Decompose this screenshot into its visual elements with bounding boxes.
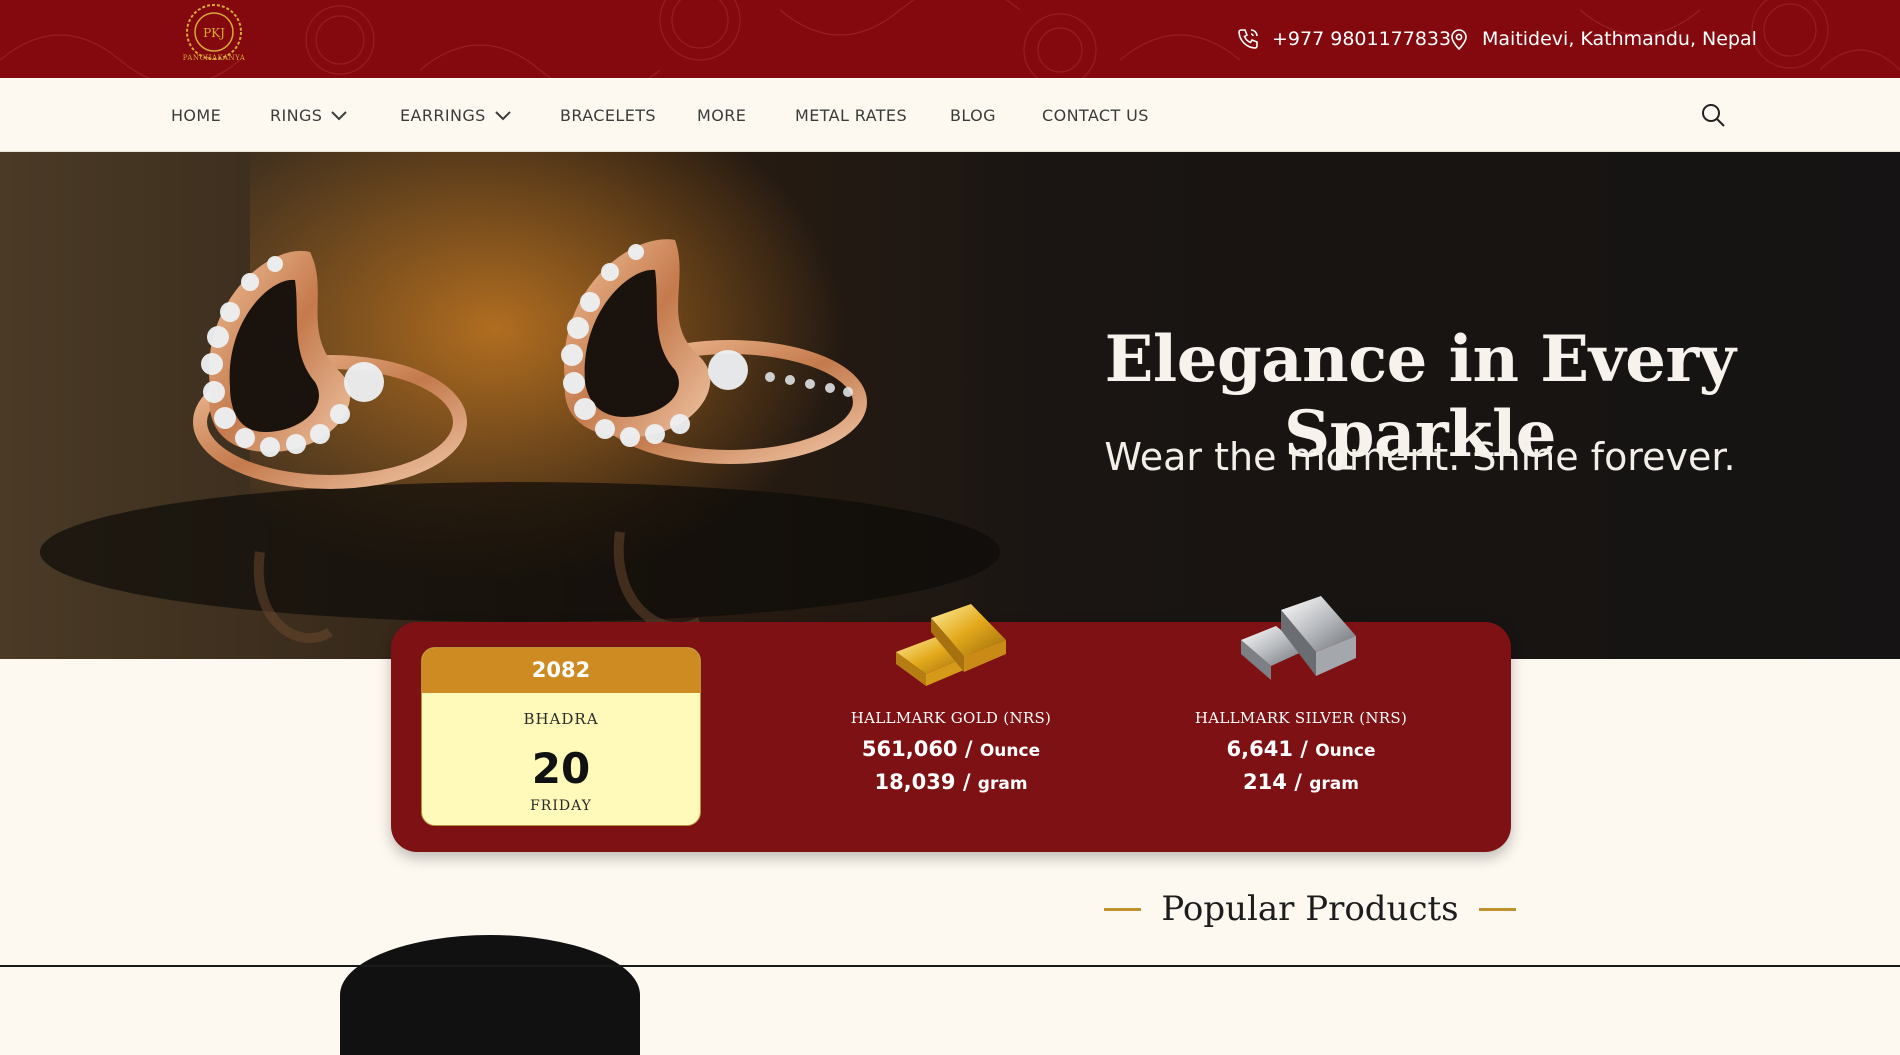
- popular-products-heading: Popular Products: [1104, 884, 1516, 934]
- nav-item-contact-us[interactable]: CONTACT US: [1042, 106, 1149, 125]
- rate-separator: /: [962, 770, 971, 794]
- hero-subtitle: Wear the moment. Shine forever.: [1104, 435, 1736, 479]
- phone-contact[interactable]: +977 9801177833: [1236, 24, 1451, 54]
- metal-rates-card: 2082 BHADRA 20 FRIDAY HALLMARK GOLD (NRS…: [391, 596, 1511, 852]
- address-text: Maitidevi, Kathmandu, Nepal: [1482, 28, 1757, 50]
- nav-label: HOME: [171, 106, 222, 125]
- nav-item-metal-rates[interactable]: METAL RATES: [795, 106, 907, 125]
- nav-label: METAL RATES: [795, 106, 908, 125]
- nav-item-blog[interactable]: BLOG: [950, 106, 996, 125]
- nav-item-rings[interactable]: RINGS: [270, 106, 348, 125]
- main-navigation: HOME RINGS EARRINGS BRACELETS MORE METAL…: [0, 78, 1900, 152]
- silver-bar-icon: [1241, 596, 1356, 680]
- logo-monogram: PKJ: [203, 26, 225, 40]
- hero-banner: Elegance in Every Sparkle Wear the momen…: [0, 152, 1900, 659]
- gold-bar-icon: [896, 604, 1006, 686]
- top-bar: PKJ PANCHAKANYA +977 9801177833 Maitidev…: [0, 0, 1900, 78]
- logo-caption: PANCHAKANYA: [182, 54, 246, 62]
- nav-label: BLOG: [950, 106, 996, 125]
- rate-separator: /: [1300, 737, 1308, 761]
- gold-ounce-value: 561,060: [861, 737, 958, 761]
- date-month: BHADRA: [523, 710, 599, 728]
- unit-gram: gram: [1309, 774, 1359, 794]
- rate-separator: /: [1294, 770, 1302, 794]
- nav-item-bracelets[interactable]: BRACELETS: [560, 106, 656, 125]
- unit-ounce: Ounce: [979, 741, 1041, 761]
- product-image-partial[interactable]: [340, 935, 640, 1055]
- nav-label: EARRINGS: [400, 106, 486, 125]
- nepali-date-card: 2082 BHADRA 20 FRIDAY: [421, 647, 701, 826]
- silver-ounce-rate: 6,641 / Ounce: [1151, 737, 1451, 761]
- nav-label: RINGS: [270, 106, 323, 125]
- section-title: Popular Products: [1161, 889, 1459, 929]
- nav-label: BRACELETS: [560, 106, 656, 125]
- gold-label: HALLMARK GOLD (NRS): [850, 709, 1052, 727]
- date-year: 2082: [422, 648, 700, 693]
- silver-ounce-value: 6,641: [1226, 737, 1293, 761]
- rate-separator: /: [964, 737, 973, 761]
- phone-icon: [1238, 29, 1258, 49]
- nav-item-more[interactable]: MORE: [697, 106, 746, 125]
- gold-gram-value: 18,039: [874, 770, 956, 794]
- chevron-down-icon: [331, 110, 348, 120]
- gold-gram-rate: 18,039 / gram: [801, 770, 1101, 794]
- date-day: 20: [531, 744, 591, 793]
- chevron-down-icon: [495, 110, 511, 120]
- heading-divider-right: [1478, 907, 1516, 911]
- nav-item-home[interactable]: HOME: [171, 106, 221, 125]
- gold-ounce-rate: 561,060 / Ounce: [801, 737, 1101, 761]
- search-icon[interactable]: [1700, 102, 1726, 128]
- nav-label: CONTACT US: [1042, 106, 1149, 125]
- unit-gram: gram: [977, 774, 1028, 794]
- unit-ounce: Ounce: [1315, 741, 1376, 761]
- phone-number: +977 9801177833: [1272, 28, 1452, 50]
- nav-item-earrings[interactable]: EARRINGS: [400, 106, 512, 125]
- address-contact[interactable]: Maitidevi, Kathmandu, Nepal: [1448, 24, 1757, 54]
- date-weekday: FRIDAY: [530, 798, 592, 814]
- silver-gram-rate: 214 / gram: [1151, 770, 1451, 794]
- silver-label: HALLMARK SILVER (NRS): [1194, 709, 1408, 727]
- heading-divider-left: [1104, 907, 1142, 911]
- nav-label: MORE: [697, 106, 747, 125]
- map-pin-icon: [1451, 29, 1467, 51]
- silver-gram-value: 214: [1243, 770, 1287, 794]
